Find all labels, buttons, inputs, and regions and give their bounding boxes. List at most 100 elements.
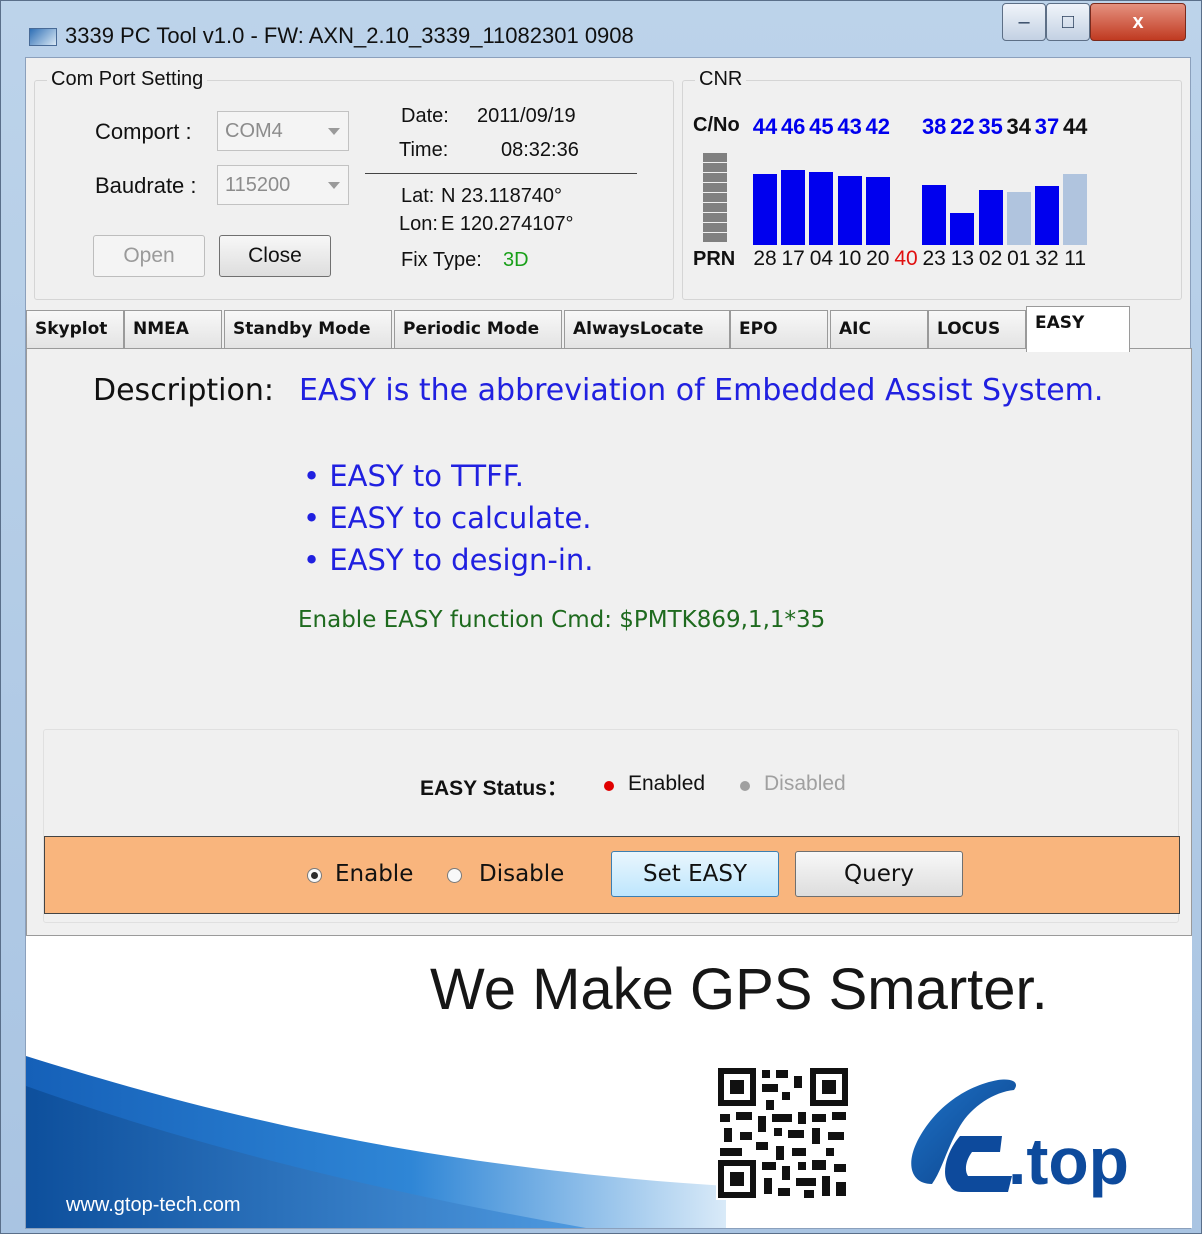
cno-value: 45 xyxy=(809,114,834,139)
client-area: Com Port Setting Comport : COM4 Baudrate… xyxy=(25,57,1192,1229)
cnr-bar xyxy=(837,175,862,245)
bullet-ttff: • EASY to TTFF. xyxy=(303,459,524,493)
time-value: 08:32:36 xyxy=(501,139,579,161)
tab-aic[interactable]: AIC xyxy=(830,310,928,350)
prn-value: 40 xyxy=(894,247,918,270)
tab-alwayslocate[interactable]: AlwaysLocate xyxy=(564,310,730,350)
tab-standby-mode[interactable]: Standby Mode xyxy=(224,310,392,350)
status-enabled-text: Enabled xyxy=(628,772,706,795)
cnr-bar xyxy=(753,173,777,245)
fix-type-label: Fix Type: xyxy=(401,249,482,271)
prn-value: 28 xyxy=(753,247,777,270)
query-button[interactable]: Query xyxy=(795,851,963,897)
set-easy-button[interactable]: Set EASY xyxy=(611,851,779,897)
lat-value: N 23.118740° xyxy=(441,185,563,207)
bullet-calculate: • EASY to calculate. xyxy=(303,501,592,535)
signal-level-segment xyxy=(703,193,727,202)
signal-level-segment xyxy=(703,173,727,182)
minimize-button[interactable]: – xyxy=(1002,3,1046,41)
maximize-button[interactable]: □ xyxy=(1046,3,1090,41)
app-window: 3339 PC Tool v1.0 - FW: AXN_2.10_3339_11… xyxy=(0,0,1202,1234)
cnr-bar xyxy=(781,170,806,245)
description-text: EASY is the abbreviation of Embedded Ass… xyxy=(299,373,1104,408)
baudrate-select[interactable]: 115200 xyxy=(217,165,349,205)
cno-value: 42 xyxy=(865,114,891,139)
easy-tab-panel: Description: EASY is the abbreviation of… xyxy=(26,348,1192,936)
com-port-group: Com Port Setting Comport : COM4 Baudrate… xyxy=(34,68,674,300)
enabled-indicator-icon xyxy=(604,781,614,791)
cno-value: 44 xyxy=(1062,114,1088,139)
promo-banner: We Make GPS Smarter. www.gtop-tech.com .… xyxy=(26,936,1192,1228)
enable-radio-label[interactable]: Enable xyxy=(335,861,413,887)
cno-value: 44 xyxy=(752,114,778,139)
com-port-group-title: Com Port Setting xyxy=(47,68,208,91)
prn-value: 04 xyxy=(809,247,834,270)
chevron-down-icon xyxy=(328,182,340,189)
prn-value: 17 xyxy=(781,247,805,270)
comport-select[interactable]: COM4 xyxy=(217,111,349,151)
cno-value: 43 xyxy=(837,114,862,139)
status-disabled-text: Disabled xyxy=(764,772,846,795)
tab-locus[interactable]: LOCUS xyxy=(928,310,1026,350)
baudrate-label: Baudrate : xyxy=(95,173,197,198)
cno-value: 38 xyxy=(921,114,947,139)
close-port-button[interactable]: Close xyxy=(219,235,331,277)
description-label: Description: xyxy=(93,373,274,408)
cno-value: 35 xyxy=(978,114,1003,139)
easy-status-box: EASY Status： Enabled Disabled Enable Dis… xyxy=(43,729,1180,923)
lon-value: E 120.274107° xyxy=(441,213,574,235)
disable-radio-label[interactable]: Disable xyxy=(479,861,564,887)
prn-value: 11 xyxy=(1064,247,1087,270)
signal-level-segment xyxy=(703,233,727,242)
tab-periodic-mode[interactable]: Periodic Mode xyxy=(394,310,562,350)
chevron-down-icon xyxy=(328,128,340,135)
close-window-button[interactable]: x xyxy=(1090,3,1186,41)
window-title: 3339 PC Tool v1.0 - FW: AXN_2.10_3339_11… xyxy=(65,23,634,48)
cnr-bar xyxy=(865,177,890,245)
tab-easy[interactable]: EASY xyxy=(1026,306,1130,352)
tab-epo[interactable]: EPO xyxy=(730,310,828,350)
baudrate-value: 115200 xyxy=(225,174,291,196)
cnr-bar xyxy=(1063,173,1088,245)
prn-value: 02 xyxy=(978,247,1003,270)
cnr-group-title: CNR xyxy=(695,68,747,91)
date-label: Date: xyxy=(401,105,449,127)
prn-value: 20 xyxy=(866,247,890,270)
cnr-bar xyxy=(922,184,947,245)
cno-value: 46 xyxy=(780,114,806,139)
minimize-icon: – xyxy=(1018,10,1030,33)
cno-value: 22 xyxy=(950,114,975,139)
signal-level-segment xyxy=(703,153,727,162)
qr-code-icon xyxy=(716,1066,850,1200)
lat-label: Lat: xyxy=(401,185,435,207)
prn-value: 13 xyxy=(950,247,975,270)
prn-label: PRN xyxy=(693,248,736,270)
enable-radio[interactable] xyxy=(307,868,322,883)
divider xyxy=(365,173,637,174)
tab-skyplot[interactable]: Skyplot xyxy=(26,310,124,350)
bullet-design-in: • EASY to design-in. xyxy=(303,543,594,577)
cnr-bar xyxy=(809,172,834,245)
gtop-logo-icon: .top xyxy=(911,1079,1129,1198)
cnr-bar xyxy=(1006,191,1031,245)
fix-type-value: 3D xyxy=(503,249,529,271)
signal-level-segment xyxy=(703,183,727,192)
easy-control-bar: Enable Disable Set EASY Query xyxy=(44,836,1180,914)
date-value: 2011/09/19 xyxy=(477,105,576,127)
cno-value: 34 xyxy=(1006,114,1032,139)
title-bar[interactable]: 3339 PC Tool v1.0 - FW: AXN_2.10_3339_11… xyxy=(1,1,1201,57)
signal-level-segment xyxy=(703,213,727,222)
enable-cmd-text: Enable EASY function Cmd: $PMTK869,1,1*3… xyxy=(298,607,826,633)
cnr-bar xyxy=(950,213,975,245)
open-button[interactable]: Open xyxy=(93,235,205,277)
disable-radio[interactable] xyxy=(447,868,462,883)
lon-label: Lon: xyxy=(399,213,438,235)
tab-nmea[interactable]: NMEA xyxy=(124,310,222,350)
cno-label: C/No xyxy=(693,114,740,136)
app-icon xyxy=(29,28,57,46)
gtop-logo-text: .top xyxy=(1008,1124,1129,1198)
cno-value: 37 xyxy=(1034,114,1060,139)
website-url[interactable]: www.gtop-tech.com xyxy=(66,1194,241,1217)
signal-level-segment xyxy=(703,223,727,232)
cnr-bar xyxy=(1035,186,1059,245)
